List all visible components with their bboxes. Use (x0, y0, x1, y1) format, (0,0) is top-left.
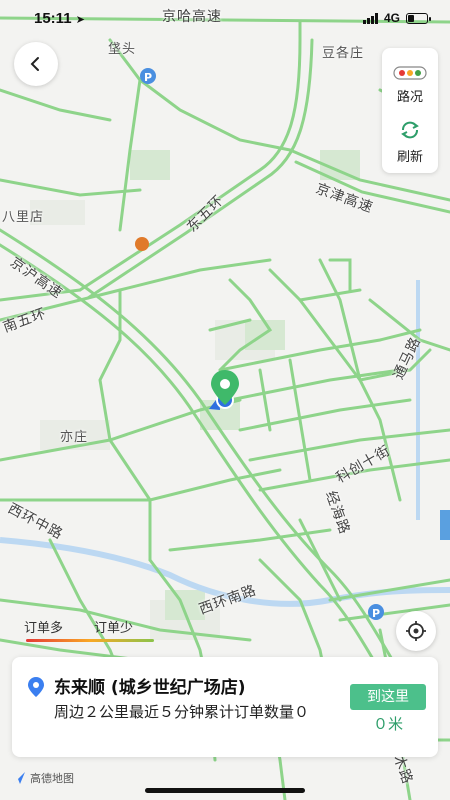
signal-icon (362, 12, 378, 24)
store-info-card: 东来顺 (城乡世纪广场店) 周边２公里最近５分钟累计订单数量０ 到这里 ０米 (12, 657, 438, 757)
order-density-legend: 订单多 订单少 (16, 611, 154, 647)
traffic-light-icon (393, 66, 427, 80)
status-time-text: 15:11 (34, 10, 72, 27)
map-label-balidian: 八里店 (2, 210, 45, 225)
status-indicators: 4G (362, 11, 431, 25)
status-bar: 15:11 ➤ 4G (0, 0, 450, 36)
map-label-dougezhuang: 豆各庄 (322, 46, 365, 61)
home-indicator[interactable] (145, 788, 305, 793)
network-label: 4G (383, 11, 400, 25)
locate-button[interactable] (396, 611, 436, 651)
map-label-baotou: 垡头 (108, 42, 137, 57)
legend-more-label: 订单多 (24, 620, 64, 635)
navigate-here-button[interactable]: 到这里 (350, 684, 426, 710)
battery-icon (406, 12, 431, 24)
amap-logo: 高德地图 (12, 770, 74, 786)
location-arrow-icon: ➤ (75, 14, 85, 26)
status-time: 15:11 ➤ (34, 10, 85, 27)
back-button[interactable] (14, 42, 58, 86)
legend-less-label: 订单少 (94, 620, 134, 635)
refresh-button[interactable]: 刷新 (382, 118, 438, 165)
location-pin-icon (28, 677, 44, 697)
svg-text:P: P (144, 71, 152, 84)
store-name: 东来顺 (城乡世纪广场店) (54, 678, 246, 698)
svg-text:P: P (372, 607, 380, 620)
distance-value: ０米 (372, 715, 403, 733)
refresh-icon (401, 121, 419, 139)
refresh-label: 刷新 (396, 149, 423, 164)
legend-gradient-bar (26, 639, 154, 642)
chevron-left-icon (30, 57, 39, 71)
traffic-toggle[interactable]: 路况 (382, 60, 438, 105)
traffic-label: 路况 (396, 89, 423, 104)
crosshair-icon (406, 621, 426, 641)
amap-arrow-icon (13, 772, 25, 784)
store-order-stats: 周边２公里最近５分钟累计订单数量０ (54, 703, 310, 721)
amap-logo-text: 高德地图 (30, 773, 74, 785)
map-control-panel: 路况 刷新 (382, 48, 438, 173)
map-label-yizhuang: 亦庄 (60, 430, 89, 445)
